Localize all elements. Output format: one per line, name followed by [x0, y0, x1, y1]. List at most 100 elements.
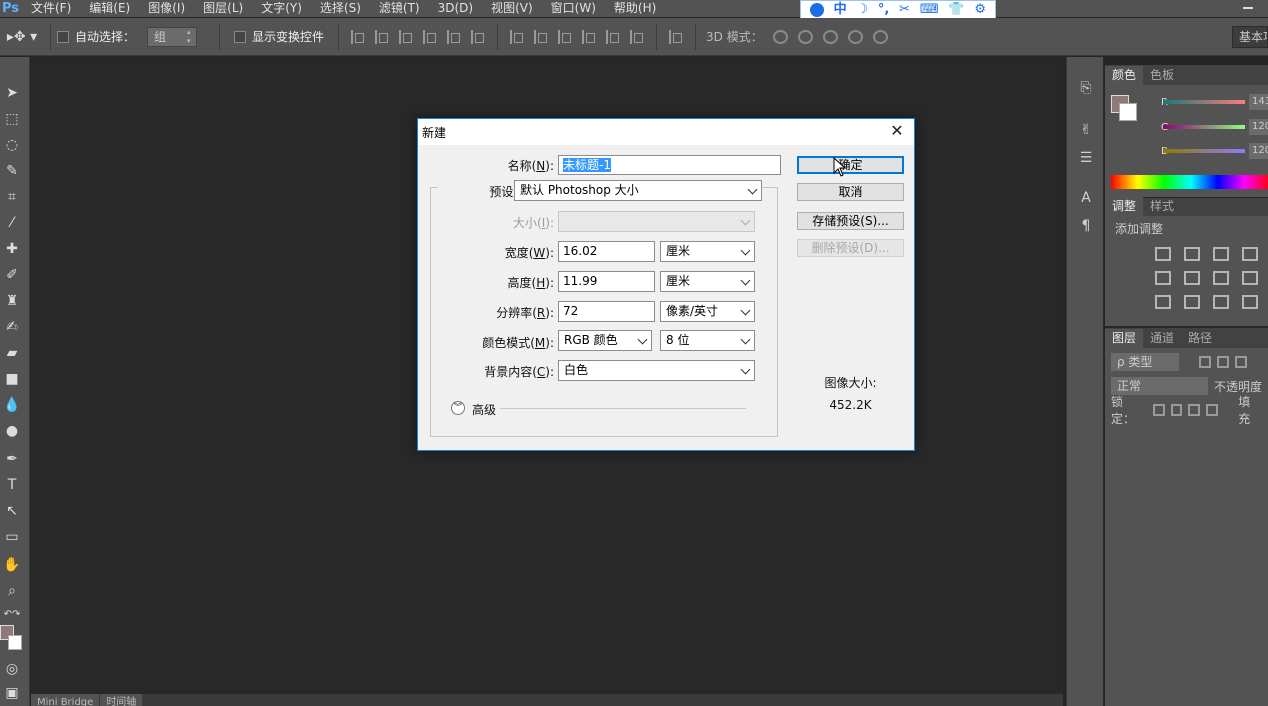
tab-paths[interactable]: 路径 — [1181, 329, 1219, 348]
menu-file[interactable]: 文件(F) — [22, 0, 80, 17]
align-left-icon[interactable] — [423, 29, 437, 44]
lock-position-icon[interactable] — [1188, 404, 1201, 416]
quick-mask-icon[interactable]: ◎ — [2, 659, 22, 679]
layer-filter-dropdown[interactable]: ρ 类型 — [1111, 353, 1179, 371]
width-input[interactable]: 16.02 — [558, 241, 655, 262]
pen-tool-icon[interactable]: ✒ — [2, 449, 22, 469]
ime-punctuation-icon[interactable]: °, — [878, 1, 889, 18]
clone-stamp-tool-icon[interactable]: ♜ — [2, 291, 22, 311]
distribute-left-icon[interactable] — [582, 29, 596, 44]
selective-color-icon[interactable] — [1242, 295, 1258, 309]
close-icon[interactable]: ✕ — [888, 122, 906, 140]
tab-swatches[interactable]: 色板 — [1143, 66, 1181, 85]
lock-all-icon[interactable] — [1206, 404, 1219, 416]
menu-layer[interactable]: 图层(L) — [194, 0, 252, 17]
menu-view[interactable]: 视图(V) — [482, 0, 542, 17]
align-bottom-icon[interactable] — [399, 29, 413, 44]
filter-adjustment-icon[interactable] — [1217, 356, 1229, 368]
background-contents-dropdown[interactable]: 白色 — [558, 360, 755, 381]
invert-icon[interactable] — [1155, 295, 1171, 309]
posterize-icon[interactable] — [1184, 295, 1200, 309]
menu-window[interactable]: 窗口(W) — [542, 0, 605, 17]
tab-color[interactable]: 颜色 — [1105, 66, 1144, 85]
path-select-tool-icon[interactable]: ↖ — [2, 501, 22, 521]
align-top-icon[interactable] — [351, 29, 365, 44]
lock-transparent-icon[interactable] — [1152, 404, 1165, 416]
panel-background-swatch[interactable] — [1119, 103, 1137, 121]
tab-styles[interactable]: 样式 — [1143, 197, 1181, 216]
curves-icon[interactable] — [1213, 247, 1229, 261]
filter-type-icon[interactable] — [1235, 356, 1247, 368]
height-input[interactable]: 11.99 — [558, 271, 655, 292]
menu-filter[interactable]: 滤镜(T) — [370, 0, 429, 17]
resolution-input[interactable]: 72 — [558, 301, 655, 322]
menu-3d[interactable]: 3D(D) — [429, 0, 482, 17]
color-mode-dropdown[interactable]: RGB 颜色 — [558, 330, 652, 351]
dodge-tool-icon[interactable]: ● — [2, 421, 22, 441]
minimize-button[interactable] — [1238, 0, 1258, 15]
eraser-tool-icon[interactable]: ▰ — [2, 343, 22, 363]
type-tool-icon[interactable]: T — [2, 475, 22, 495]
paragraph-panel-icon[interactable]: ¶ — [1077, 217, 1095, 235]
channel-g-value[interactable]: 120 — [1249, 119, 1268, 135]
distribute-vcenter-icon[interactable] — [534, 29, 548, 44]
history-panel-icon[interactable]: ⎘ — [1077, 79, 1095, 97]
menu-edit[interactable]: 编辑(E) — [80, 0, 139, 17]
swap-colors-icon[interactable]: ↶↷ — [2, 605, 22, 625]
menu-type[interactable]: 文字(Y) — [252, 0, 311, 17]
auto-align-icon[interactable] — [669, 29, 683, 44]
brush-tool-icon[interactable]: ✐ — [2, 265, 22, 285]
3d-scale-icon[interactable] — [872, 29, 888, 44]
name-input[interactable]: 未标题-1 — [558, 155, 781, 175]
tab-adjustments[interactable]: 调整 — [1105, 197, 1144, 216]
black-white-icon[interactable] — [1213, 271, 1229, 285]
align-right-icon[interactable] — [471, 29, 485, 44]
healing-brush-tool-icon[interactable]: ✚ — [2, 239, 22, 259]
channel-b-slider[interactable] — [1163, 149, 1245, 153]
align-hcenter-icon[interactable] — [447, 29, 461, 44]
levels-icon[interactable] — [1184, 247, 1200, 261]
bit-depth-dropdown[interactable]: 8 位 — [660, 330, 755, 351]
properties-panel-icon[interactable]: ☰ — [1077, 149, 1095, 167]
zoom-tool-icon[interactable]: ⌕ — [2, 581, 22, 601]
workspace-switcher[interactable]: 基本功能 — [1232, 26, 1268, 48]
ime-keyboard-icon[interactable]: ⌨ — [920, 1, 939, 18]
exposure-icon[interactable] — [1242, 247, 1258, 261]
blur-tool-icon[interactable]: 💧 — [2, 395, 22, 415]
auto-select-dropdown[interactable]: 组 — [147, 26, 198, 47]
distribute-top-icon[interactable] — [510, 29, 524, 44]
channel-r-value[interactable]: 143 — [1249, 94, 1268, 110]
threshold-icon[interactable] — [1213, 295, 1229, 309]
auto-select-checkbox[interactable] — [57, 30, 69, 43]
save-preset-button[interactable]: 存储预设(S)... — [797, 212, 904, 230]
ime-chinese-mode[interactable]: 中 — [834, 1, 847, 18]
3d-rotate-icon[interactable] — [772, 29, 788, 44]
shape-tool-icon[interactable]: ▭ — [2, 527, 22, 547]
show-transform-checkbox[interactable] — [234, 30, 247, 43]
channel-g-slider[interactable] — [1163, 125, 1245, 129]
preset-dropdown[interactable]: 默认 Photoshop 大小 — [514, 180, 762, 201]
tab-mini-bridge[interactable]: Mini Bridge — [31, 694, 100, 706]
ime-skin-icon[interactable]: 👕 — [948, 1, 964, 18]
distribute-bottom-icon[interactable] — [558, 29, 572, 44]
advanced-label[interactable]: 高级 — [472, 401, 496, 418]
3d-drag-icon[interactable] — [822, 29, 838, 44]
move-tool-preset-icon[interactable]: ▸✥ ▾ — [0, 18, 44, 56]
lasso-tool-icon[interactable]: ◌ — [2, 135, 22, 155]
ime-user-icon[interactable] — [809, 2, 824, 17]
hand-tool-icon[interactable]: ✋ — [2, 555, 22, 575]
crop-tool-icon[interactable]: ⌗ — [2, 187, 22, 207]
hue-saturation-icon[interactable] — [1155, 271, 1171, 285]
menu-select[interactable]: 选择(S) — [311, 0, 370, 17]
ime-moon-icon[interactable]: ☽ — [856, 1, 868, 18]
color-spectrum-ramp[interactable] — [1111, 175, 1268, 189]
align-vcenter-icon[interactable] — [375, 29, 389, 44]
tab-channels[interactable]: 通道 — [1143, 329, 1181, 348]
gradient-tool-icon[interactable]: ■ — [2, 369, 22, 389]
channel-r-slider[interactable] — [1163, 100, 1245, 104]
tab-timeline[interactable]: 时间轴 — [100, 694, 143, 706]
eyedropper-tool-icon[interactable]: ⁄ — [2, 213, 22, 233]
height-unit-dropdown[interactable]: 厘米 — [660, 271, 755, 292]
distribute-right-icon[interactable] — [630, 29, 644, 44]
color-balance-icon[interactable] — [1184, 271, 1200, 285]
